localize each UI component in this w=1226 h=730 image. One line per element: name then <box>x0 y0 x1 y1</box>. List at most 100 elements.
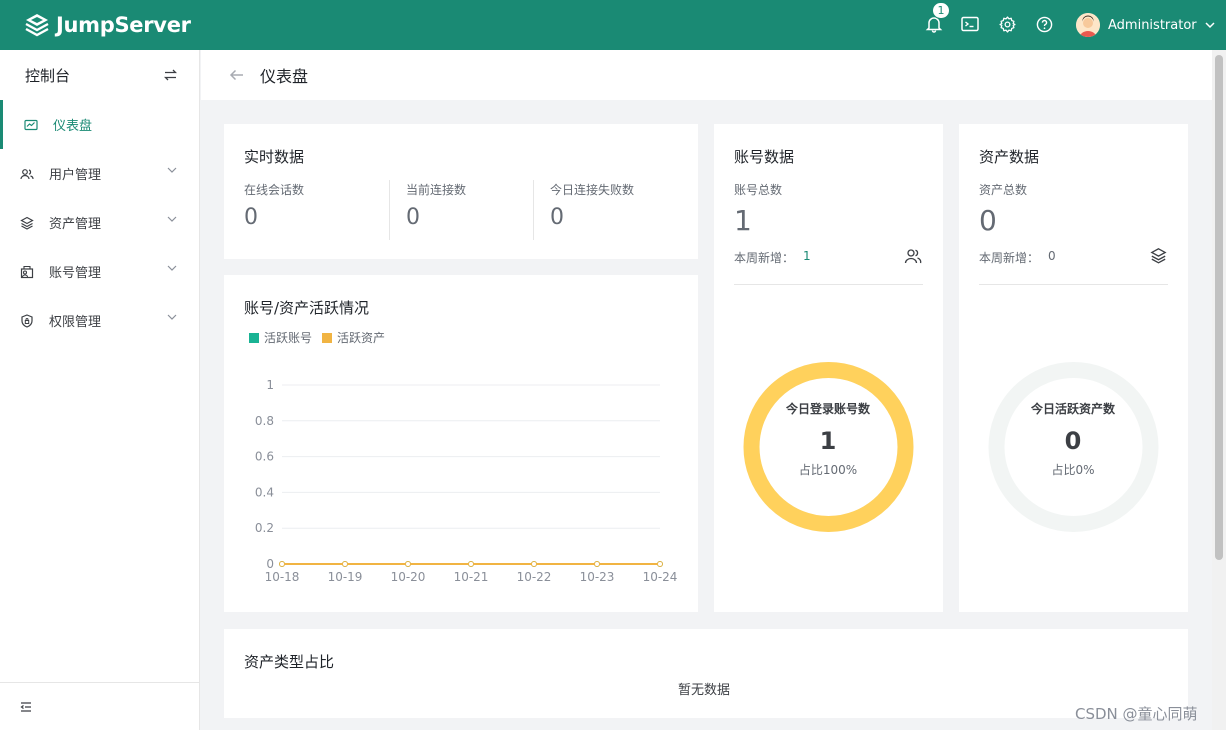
logo-text: JumpServer <box>56 13 191 37</box>
sidebar-title: 控制台 <box>25 66 71 85</box>
notification-badge: 1 <box>932 2 950 19</box>
asset-type-card: 资产类型占比 暂无数据 <box>224 629 1188 718</box>
account-total-value: 1 <box>734 204 752 237</box>
gear-icon <box>998 15 1016 33</box>
layers-icon <box>1150 248 1167 264</box>
account-data-card: 账号数据 账号总数 1 本周新增： 1 今日登录账号数 1 占比100% <box>714 124 943 612</box>
chevron-down-icon <box>167 167 177 173</box>
jumpserver-logo-icon <box>25 14 49 37</box>
online-sessions-value: 0 <box>244 205 258 230</box>
arrow-left-icon <box>229 69 243 81</box>
ring-value: 1 <box>819 427 837 455</box>
weekly-new-value: 0 <box>1048 249 1056 263</box>
y-tick-label: 0.6 <box>255 450 274 464</box>
divider <box>979 284 1168 285</box>
shield-icon <box>20 313 34 328</box>
data-point <box>468 561 474 567</box>
y-tick-label: 0.2 <box>255 521 274 535</box>
x-tick-label: 10-22 <box>517 570 552 584</box>
sidebar-item-users[interactable]: 用户管理 <box>0 149 199 198</box>
sidebar-item-label: 权限管理 <box>49 315 102 330</box>
help-circle-icon <box>1036 16 1052 32</box>
y-tick-label: 0.8 <box>255 414 274 428</box>
y-tick-label: 0.4 <box>255 485 274 499</box>
data-point <box>279 561 285 567</box>
sidebar-item-label: 资产管理 <box>49 217 102 232</box>
y-tick-label: 0 <box>266 557 274 571</box>
weekly-new-value: 1 <box>803 249 811 263</box>
ring-percent: 占比0% <box>1051 463 1095 477</box>
ring-caption: 今日活跃资产数 <box>1030 402 1115 416</box>
asset-data-card: 资产数据 资产总数 0 本周新增： 0 今日活跃资产数 0 占比0% <box>959 124 1188 612</box>
chevron-down-icon <box>167 265 177 271</box>
x-tick-label: 10-20 <box>391 570 426 584</box>
data-point <box>342 561 348 567</box>
sidebar-item-accounts[interactable]: 账号管理 <box>0 247 199 296</box>
x-tick-label: 10-19 <box>328 570 363 584</box>
failed-connections-label: 今日连接失败数 <box>550 183 635 197</box>
user-menu[interactable]: Administrator <box>1076 13 1215 37</box>
collapse-menu-icon <box>20 701 31 712</box>
help-button[interactable] <box>1033 13 1055 35</box>
data-point <box>405 561 411 567</box>
divider <box>389 180 390 240</box>
scrollbar-thumb[interactable] <box>1215 55 1223 560</box>
current-connections-label: 当前连接数 <box>406 183 467 197</box>
realtime-data-card: 实时数据 在线会话数 0 当前连接数 0 今日连接失败数 0 <box>224 124 698 259</box>
sidebar-header: 控制台 <box>0 50 199 100</box>
empty-state-text: 暂无数据 <box>678 683 731 698</box>
weekly-new-label: 本周新增： <box>734 251 795 265</box>
avatar <box>1076 13 1100 37</box>
activity-chart-card: 账号/资产活跃情况 活跃账号 活跃资产 1 0.8 0.6 0.4 0.2 0 10-18 1… <box>224 275 698 612</box>
page-header: 仪表盘 <box>201 50 1212 100</box>
ring-percent: 占比100% <box>798 463 858 477</box>
users-icon <box>904 249 922 264</box>
x-tick-label: 10-23 <box>580 570 615 584</box>
sidebar-item-permissions[interactable]: 权限管理 <box>0 296 199 345</box>
data-point <box>657 561 663 567</box>
sidebar-item-dashboard[interactable]: 仪表盘 <box>0 100 199 149</box>
sidebar-item-label: 用户管理 <box>49 168 102 183</box>
current-connections-value: 0 <box>406 205 420 230</box>
page-scrollbar[interactable] <box>1212 50 1226 730</box>
card-title: 资产类型占比 <box>244 653 335 671</box>
card-title: 资产数据 <box>979 148 1040 166</box>
layers-icon <box>20 216 34 230</box>
switch-view-icon[interactable] <box>164 69 177 81</box>
data-point <box>594 561 600 567</box>
online-sessions-label: 在线会话数 <box>244 183 305 197</box>
asset-total-value: 0 <box>979 204 997 237</box>
chevron-down-icon <box>167 216 177 222</box>
account-icon <box>20 265 34 279</box>
terminal-icon <box>961 16 979 32</box>
top-navbar: JumpServer 1 Administrator <box>0 0 1226 50</box>
web-terminal-button[interactable] <box>959 13 981 35</box>
back-button[interactable] <box>229 69 244 81</box>
data-point <box>531 561 537 567</box>
asset-total-label: 资产总数 <box>979 183 1028 197</box>
ring-center-text: 今日活跃资产数 0 占比0% <box>988 400 1158 478</box>
ring-caption: 今日登录账号数 <box>785 402 870 416</box>
sidebar-item-assets[interactable]: 资产管理 <box>0 198 199 247</box>
divider <box>533 180 534 240</box>
chevron-down-icon <box>1205 21 1215 28</box>
settings-button[interactable] <box>996 13 1018 35</box>
ring-value: 0 <box>1064 427 1082 455</box>
users-icon <box>20 167 34 181</box>
card-title: 账号数据 <box>734 148 795 166</box>
failed-connections-value: 0 <box>550 205 564 230</box>
user-avatar-icon <box>1076 13 1100 37</box>
divider <box>734 284 923 285</box>
account-total-label: 账号总数 <box>734 183 783 197</box>
dashboard-icon <box>24 118 38 132</box>
y-tick-label: 1 <box>266 378 274 392</box>
sidebar: 控制台 仪表盘 用户管理 资产管理 账号管理 权限管理 <box>0 50 200 730</box>
x-tick-label: 10-18 <box>265 570 300 584</box>
logo[interactable]: JumpServer <box>24 10 191 40</box>
sidebar-collapse-button[interactable] <box>0 682 199 730</box>
weekly-new-label: 本周新增： <box>979 251 1040 265</box>
activity-line-chart: 1 0.8 0.6 0.4 0.2 010-18 10-19 10-20 10-21 10-22 1… <box>255 378 678 584</box>
sidebar-item-label: 账号管理 <box>49 266 102 281</box>
sidebar-item-label: 仪表盘 <box>53 119 93 134</box>
x-tick-label: 10-24 <box>643 570 678 584</box>
